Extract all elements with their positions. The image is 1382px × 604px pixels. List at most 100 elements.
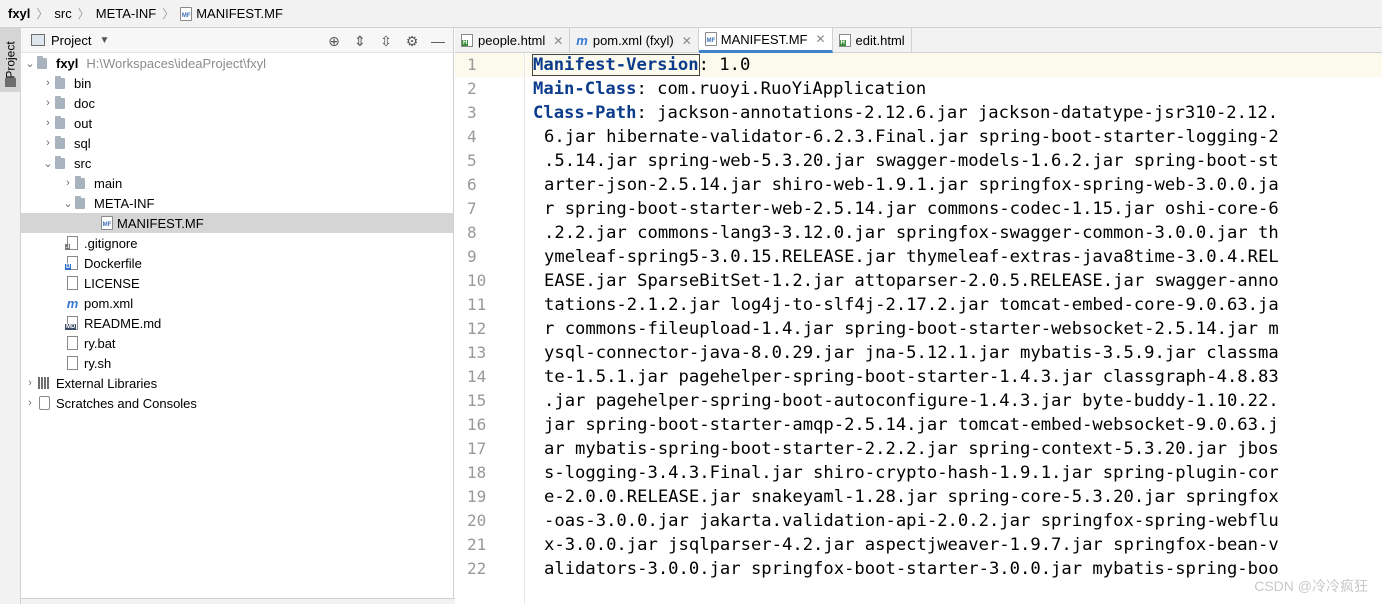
code-line[interactable]: tations-2.1.2.jar log4j-to-slf4j-2.17.2.…: [526, 293, 1382, 317]
chevron-down-icon[interactable]: ⌄: [23, 57, 37, 70]
code-line[interactable]: .5.14.jar spring-web-5.3.20.jar swagger-…: [526, 149, 1382, 173]
editor-tabs: H people.html ✕ m pom.xml (fxyl) ✕ MF MA…: [455, 28, 1382, 53]
code-line[interactable]: e-2.0.0.RELEASE.jar snakeyaml-1.28.jar s…: [526, 485, 1382, 509]
code-line[interactable]: Class-Path: jackson-annotations-2.12.6.j…: [526, 101, 1382, 125]
tree-item-license[interactable]: LICENSE: [21, 273, 453, 293]
tree-item-ry-sh[interactable]: ry.sh: [21, 353, 453, 373]
line-number: 12: [467, 319, 487, 338]
tree-item-main[interactable]: › main: [21, 173, 453, 193]
manifest-file-icon: MF: [180, 6, 193, 21]
line-number: 18: [467, 463, 487, 482]
tree-item-dockerfile[interactable]: D Dockerfile: [21, 253, 453, 273]
tree-label: sql: [74, 135, 91, 151]
line-number-gutter: 1 2 3 4 5 6 7 8 9 10 11 12 13 14 15 16 1…: [455, 53, 525, 604]
line-number: 8: [467, 223, 477, 242]
chevron-right-icon[interactable]: ›: [61, 177, 75, 189]
code-line[interactable]: r commons-fileupload-1.4.jar spring-boot…: [526, 317, 1382, 341]
folder-icon: [55, 115, 70, 130]
chevron-right-icon[interactable]: ›: [23, 377, 37, 389]
chevron-down-icon[interactable]: ⌄: [61, 197, 75, 210]
maven-icon: m: [66, 295, 79, 311]
hide-icon[interactable]: —: [429, 32, 447, 50]
code-line[interactable]: Main-Class: com.ruoyi.RuoYiApplication: [526, 77, 1382, 101]
scratches-icon: [37, 396, 52, 410]
code-line[interactable]: x-3.0.0.jar jsqlparser-4.2.jar aspectjwe…: [526, 533, 1382, 557]
tab-manifest-mf[interactable]: MF MANIFEST.MF ✕: [698, 28, 833, 53]
tree-label: fxyl: [56, 55, 79, 71]
tree-item-meta-inf[interactable]: ⌄ META-INF: [21, 193, 453, 213]
code-line[interactable]: te-1.5.1.jar pagehelper-spring-boot-star…: [526, 365, 1382, 389]
line-number: 2: [467, 79, 477, 98]
tree-item-gitignore[interactable]: .i .gitignore: [21, 233, 453, 253]
tree-item-pom[interactable]: m pom.xml: [21, 293, 453, 313]
breadcrumb-project[interactable]: fxyl: [8, 6, 30, 21]
tab-people-html[interactable]: H people.html ✕: [455, 28, 571, 53]
line-number: 15: [467, 391, 487, 410]
breadcrumb-src[interactable]: src: [54, 6, 71, 21]
tree-label: MANIFEST.MF: [117, 215, 204, 231]
tree-item-bin[interactable]: › bin: [21, 73, 453, 93]
code-line[interactable]: ysql-connector-java-8.0.29.jar jna-5.12.…: [526, 341, 1382, 365]
chevron-right-icon[interactable]: ›: [41, 77, 55, 89]
code-line[interactable]: Manifest-Version: 1.0: [526, 53, 1382, 77]
tree-item-out[interactable]: › out: [21, 113, 453, 133]
chevron-right-icon[interactable]: ›: [41, 117, 55, 129]
tree-item-scratches[interactable]: › Scratches and Consoles: [21, 393, 453, 413]
library-icon: [37, 376, 52, 390]
code-line[interactable]: s-logging-3.4.3.Final.jar shiro-crypto-h…: [526, 461, 1382, 485]
tree-item-src[interactable]: ⌄ src: [21, 153, 453, 173]
manifest-value: : com.ruoyi.RuoYiApplication: [636, 79, 927, 99]
code-line[interactable]: 6.jar hibernate-validator-6.2.3.Final.ja…: [526, 125, 1382, 149]
breadcrumb-manifest[interactable]: MANIFEST.MF: [196, 6, 283, 21]
expand-all-icon[interactable]: ⇕: [351, 32, 369, 50]
tree-item-sql[interactable]: › sql: [21, 133, 453, 153]
code-content[interactable]: Manifest-Version: 1.0 Main-Class: com.ru…: [526, 53, 1382, 581]
close-icon[interactable]: ✕: [815, 32, 825, 46]
tree-label: META-INF: [94, 195, 155, 211]
tab-pom-xml[interactable]: m pom.xml (fxyl) ✕: [570, 28, 699, 53]
tree-item-fxyl[interactable]: ⌄ fxyl H:\Workspaces\ideaProject\fxyl: [21, 53, 453, 73]
line-number: 7: [467, 199, 477, 218]
manifest-value: : jackson-annotations-2.12.6.jar jackson…: [636, 103, 1279, 123]
code-editor[interactable]: 1 2 3 4 5 6 7 8 9 10 11 12 13 14 15 16 1…: [455, 53, 1382, 604]
code-line[interactable]: .2.2.jar commons-lang3-3.12.0.jar spring…: [526, 221, 1382, 245]
structure-icon[interactable]: [5, 78, 16, 87]
code-line[interactable]: ar mybatis-spring-boot-starter-2.2.2.jar…: [526, 437, 1382, 461]
chevron-right-icon[interactable]: ›: [41, 137, 55, 149]
tree-item-manifest[interactable]: MF MANIFEST.MF: [21, 213, 453, 233]
maven-icon: m: [576, 33, 588, 48]
project-panel-header: Project ▼ ⊕ ⇕ ⇳ ⚙ —: [21, 28, 453, 53]
tree-item-doc[interactable]: › doc: [21, 93, 453, 113]
tree-item-ry-bat[interactable]: ry.bat: [21, 333, 453, 353]
tree-label: .gitignore: [84, 235, 138, 251]
project-view-selector[interactable]: Project: [51, 33, 91, 48]
tree-label: doc: [74, 95, 95, 111]
code-line[interactable]: arter-json-2.5.14.jar shiro-web-1.9.1.ja…: [526, 173, 1382, 197]
tree-item-readme[interactable]: MD README.md: [21, 313, 453, 333]
close-icon[interactable]: ✕: [682, 34, 692, 48]
chevron-right-icon[interactable]: ›: [41, 97, 55, 109]
collapse-all-icon[interactable]: ⇳: [377, 32, 395, 50]
code-line[interactable]: jar spring-boot-starter-amqp-2.5.14.jar …: [526, 413, 1382, 437]
tab-label: edit.html: [855, 33, 905, 48]
chevron-down-icon[interactable]: ▼: [99, 35, 109, 46]
tab-edit-html[interactable]: H edit.html: [833, 28, 912, 53]
project-tab-label: Project: [3, 41, 18, 79]
chevron-down-icon[interactable]: ⌄: [41, 157, 55, 170]
line-number: 5: [467, 151, 477, 170]
locate-icon[interactable]: ⊕: [325, 32, 343, 50]
line-number: 19: [467, 487, 487, 506]
chevron-right-icon[interactable]: ›: [23, 397, 37, 409]
code-line[interactable]: EASE.jar SparseBitSet-1.2.jar attoparser…: [526, 269, 1382, 293]
code-line[interactable]: .jar pagehelper-spring-boot-autoconfigur…: [526, 389, 1382, 413]
code-line[interactable]: ymeleaf-spring5-3.0.15.RELEASE.jar thyme…: [526, 245, 1382, 269]
close-icon[interactable]: ✕: [553, 34, 563, 48]
breadcrumb-meta-inf[interactable]: META-INF: [96, 6, 156, 21]
manifest-key: Main-Class: [533, 79, 637, 99]
folder-icon: [55, 155, 70, 170]
gear-icon[interactable]: ⚙: [403, 32, 421, 50]
tree-item-external-libraries[interactable]: › External Libraries: [21, 373, 453, 393]
folder-icon: [55, 135, 70, 150]
code-line[interactable]: -oas-3.0.0.jar jakarta.validation-api-2.…: [526, 509, 1382, 533]
code-line[interactable]: r spring-boot-starter-web-2.5.14.jar com…: [526, 197, 1382, 221]
